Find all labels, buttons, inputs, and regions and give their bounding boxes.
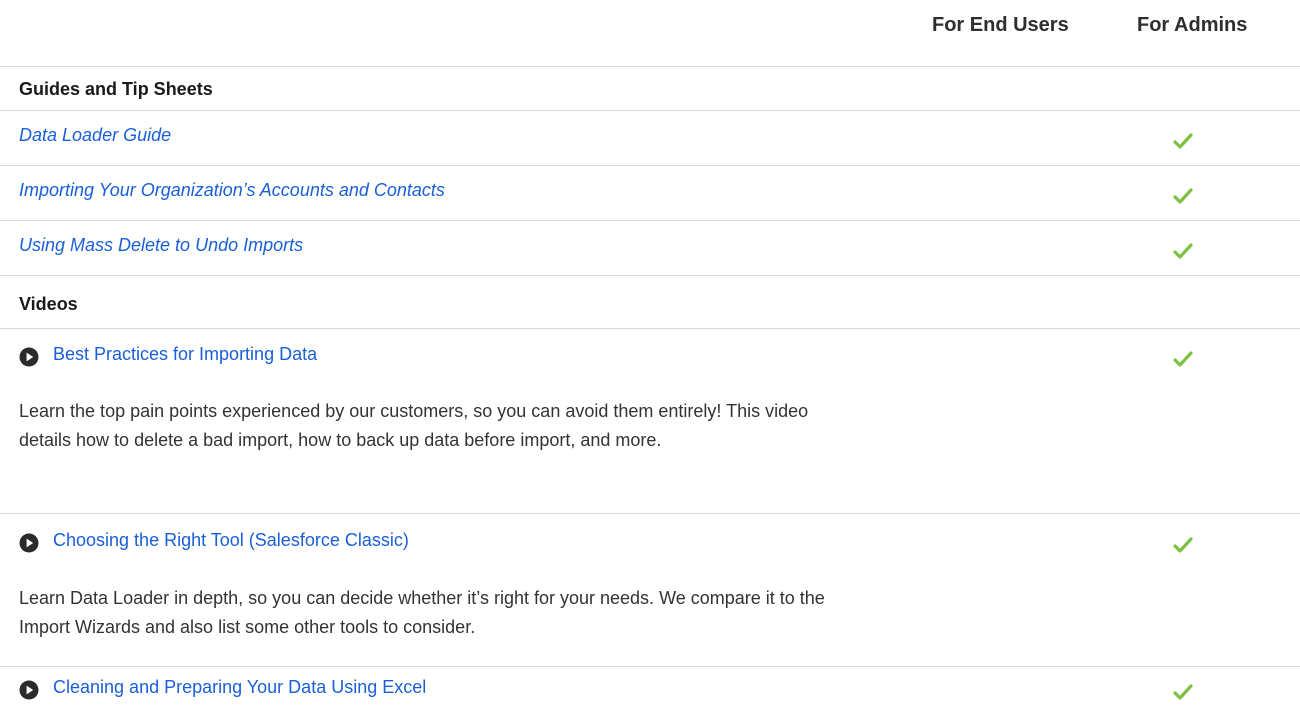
link-importing-accounts-contacts[interactable]: Importing Your Organization’s Accounts a… (19, 180, 445, 201)
table-row: Importing Your Organization’s Accounts a… (0, 166, 1300, 221)
video-description: Learn the top pain points experienced by… (19, 401, 809, 450)
link-data-loader-guide[interactable]: Data Loader Guide (19, 125, 171, 146)
section-row-guides: Guides and Tip Sheets (0, 67, 1300, 111)
column-header-admins: For Admins (1137, 14, 1248, 36)
section-title-videos: Videos (19, 294, 78, 314)
checkmark-icon (1173, 133, 1193, 149)
play-icon (19, 347, 39, 367)
table-row: Best Practices for Importing Data Learn … (0, 329, 1300, 514)
link-cleaning-preparing-data[interactable]: Cleaning and Preparing Your Data Using E… (53, 677, 426, 698)
play-icon (19, 680, 39, 700)
section-title-guides: Guides and Tip Sheets (19, 79, 213, 99)
checkmark-icon (1173, 351, 1193, 367)
checkmark-icon (1173, 188, 1193, 204)
table-row: Cleaning and Preparing Your Data Using E… (0, 667, 1300, 709)
checkmark-icon (1173, 537, 1193, 553)
video-description: Learn Data Loader in depth, so you can d… (19, 588, 825, 637)
table-row: Using Mass Delete to Undo Imports (0, 221, 1300, 276)
table-header: For End Users For Admins (0, 0, 1300, 67)
checkmark-icon (1173, 684, 1193, 700)
link-mass-delete[interactable]: Using Mass Delete to Undo Imports (19, 235, 303, 256)
section-row-videos: Videos (0, 276, 1300, 329)
table-row: Choosing the Right Tool (Salesforce Clas… (0, 514, 1300, 667)
link-choosing-right-tool[interactable]: Choosing the Right Tool (Salesforce Clas… (53, 530, 409, 551)
table-row: Data Loader Guide (0, 111, 1300, 166)
column-header-end-users: For End Users (932, 14, 1069, 36)
checkmark-icon (1173, 243, 1193, 259)
play-icon (19, 533, 39, 553)
link-best-practices-importing[interactable]: Best Practices for Importing Data (53, 344, 317, 365)
